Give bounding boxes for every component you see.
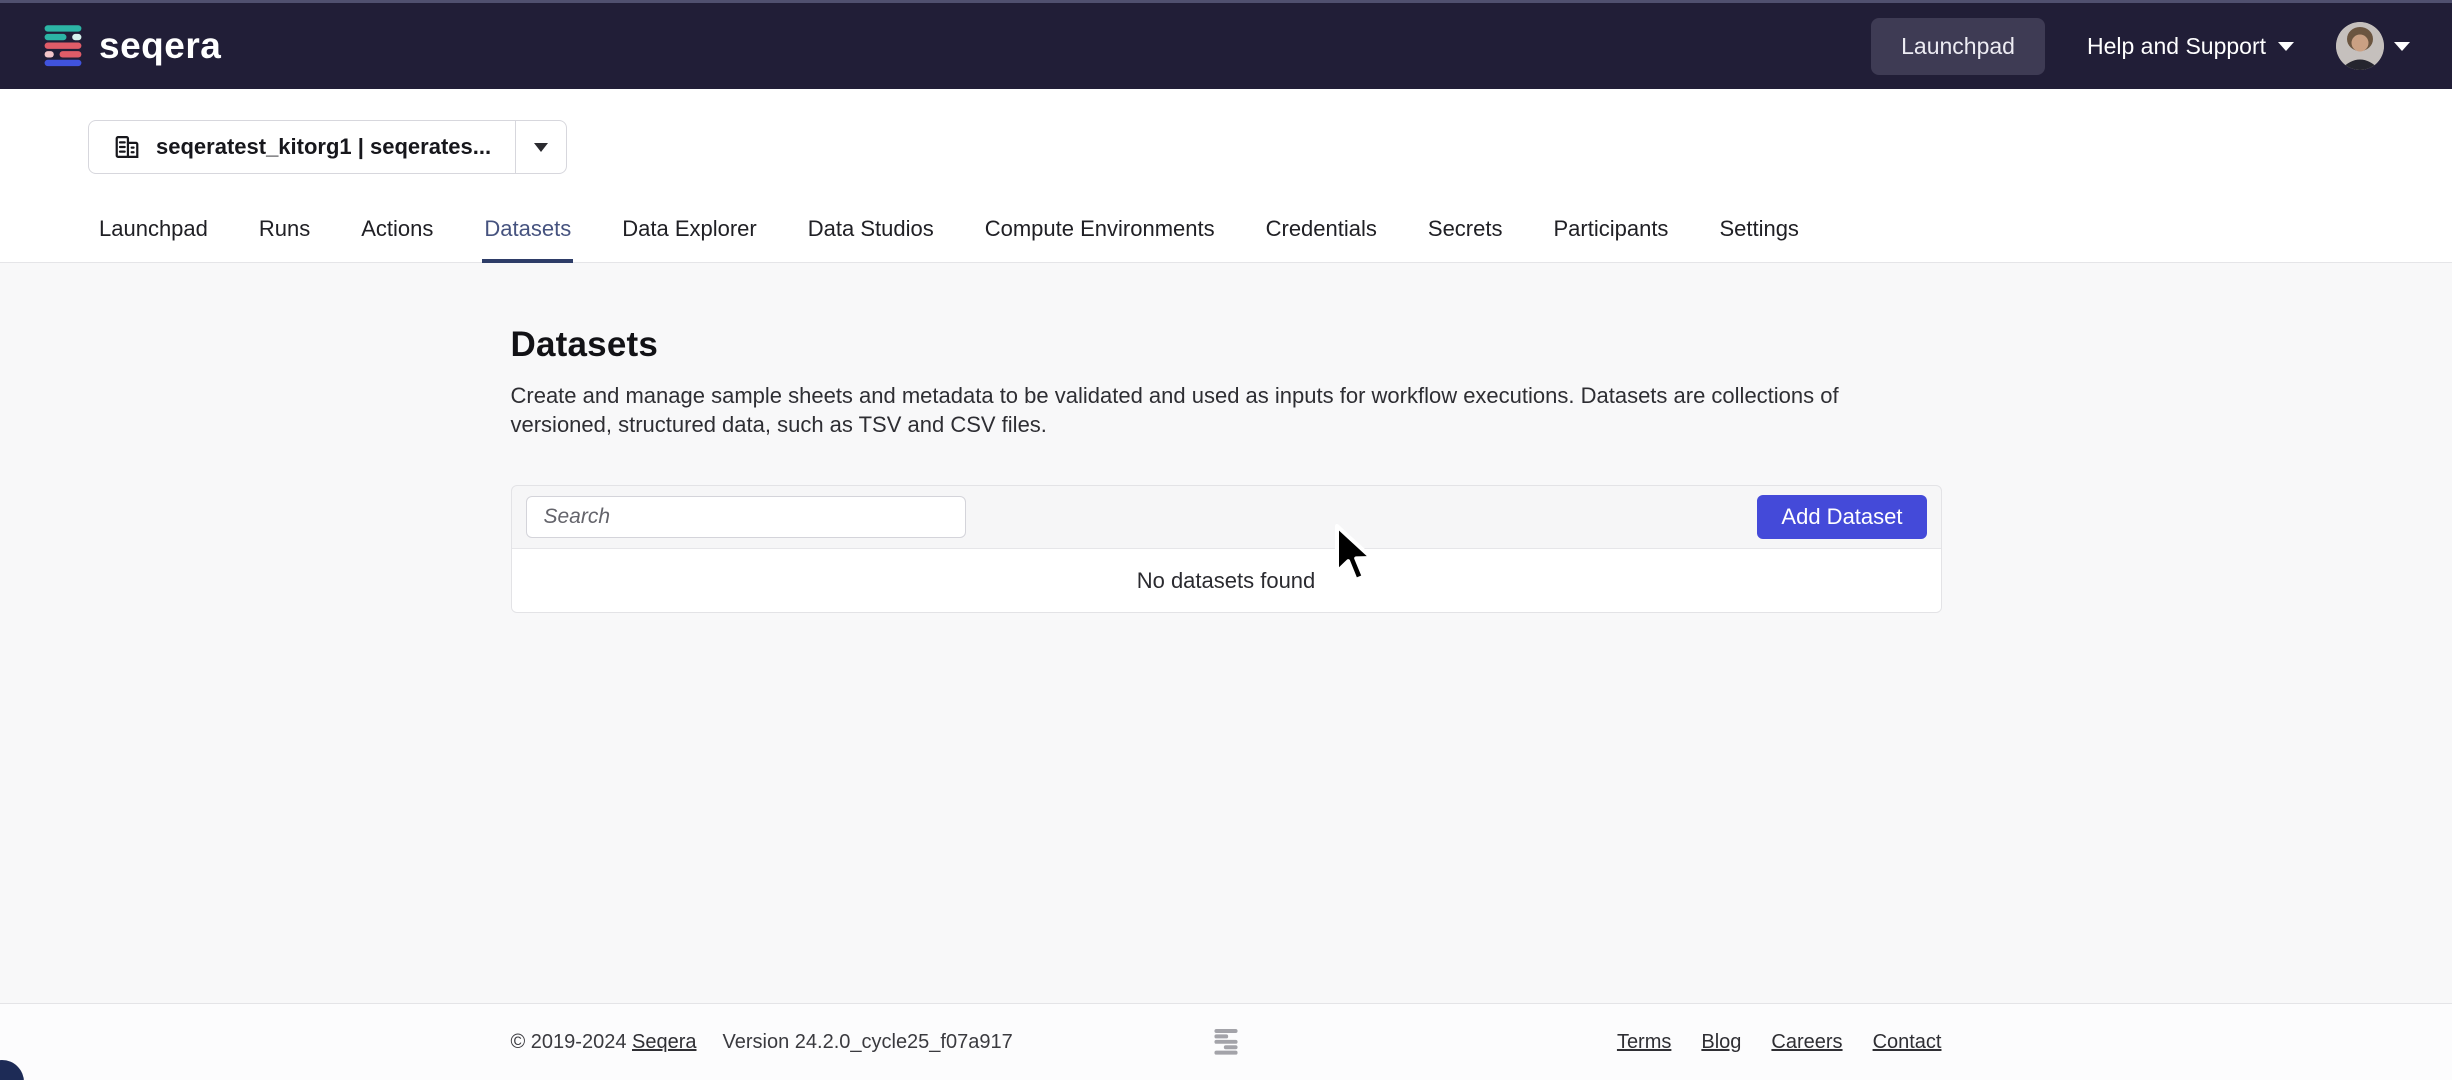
chat-widget-bubble[interactable] <box>0 1060 24 1080</box>
user-avatar-menu[interactable] <box>2336 22 2410 70</box>
header-band: seqeratest_kitorg1 | seqerates... Launch… <box>0 89 2452 263</box>
avatar <box>2336 22 2384 70</box>
tab-secrets[interactable]: Secrets <box>1426 202 1505 263</box>
seqera-footer-mark-icon <box>1213 1027 1239 1063</box>
seqera-logo[interactable]: seqera <box>42 23 221 69</box>
terms-link[interactable]: Terms <box>1617 1031 1671 1054</box>
top-navbar: seqera Launchpad Help and Support <box>0 0 2452 89</box>
copyright-text: © 2019-2024 Seqera <box>511 1031 697 1054</box>
tab-data-explorer[interactable]: Data Explorer <box>620 202 759 263</box>
help-and-support-menu[interactable]: Help and Support <box>2087 33 2294 60</box>
help-menu-label: Help and Support <box>2087 33 2266 60</box>
tab-launchpad[interactable]: Launchpad <box>97 202 210 263</box>
launchpad-button[interactable]: Launchpad <box>1871 18 2045 75</box>
tab-data-studios[interactable]: Data Studios <box>806 202 936 263</box>
add-dataset-button[interactable]: Add Dataset <box>1757 495 1926 539</box>
search-input[interactable] <box>526 496 966 538</box>
empty-state-row: No datasets found <box>512 549 1941 612</box>
empty-state-message: No datasets found <box>1137 568 1316 594</box>
datasets-page: Datasets Create and manage sample sheets… <box>511 263 1942 613</box>
workspace-selector-label: seqeratest_kitorg1 | seqerates... <box>156 134 491 160</box>
blog-link[interactable]: Blog <box>1701 1031 1741 1054</box>
logo-wordmark: seqera <box>99 25 221 67</box>
tab-participants[interactable]: Participants <box>1551 202 1670 263</box>
caret-down-icon <box>534 143 548 152</box>
workspace-selector-main: seqeratest_kitorg1 | seqerates... <box>89 121 515 173</box>
caret-down-icon <box>2394 42 2410 51</box>
datasets-card: Add Dataset No datasets found <box>511 485 1942 613</box>
seqera-company-link[interactable]: Seqera <box>632 1031 697 1053</box>
page-title: Datasets <box>511 325 1942 365</box>
tab-runs[interactable]: Runs <box>257 202 312 263</box>
tab-datasets[interactable]: Datasets <box>482 202 573 263</box>
caret-down-icon <box>2278 42 2294 51</box>
tab-settings[interactable]: Settings <box>1717 202 1801 263</box>
workspace-tab-bar: Launchpad Runs Actions Datasets Data Exp… <box>0 202 2452 263</box>
datasets-card-toolbar: Add Dataset <box>512 486 1941 549</box>
contact-link[interactable]: Contact <box>1873 1031 1942 1054</box>
footer-left-group: © 2019-2024 Seqera Version 24.2.0_cycle2… <box>511 1031 1013 1054</box>
footer: © 2019-2024 Seqera Version 24.2.0_cycle2… <box>0 1003 2452 1080</box>
page-description: Create and manage sample sheets and meta… <box>511 381 1942 439</box>
careers-link[interactable]: Careers <box>1771 1031 1842 1054</box>
version-text: Version 24.2.0_cycle25_f07a917 <box>723 1031 1013 1054</box>
organization-icon <box>113 133 141 161</box>
seqera-logo-icon <box>42 23 84 69</box>
footer-links: Terms Blog Careers Contact <box>1617 1031 1942 1054</box>
tab-credentials[interactable]: Credentials <box>1264 202 1379 263</box>
workspace-selector[interactable]: seqeratest_kitorg1 | seqerates... <box>88 120 567 174</box>
navbar-right-group: Launchpad Help and Support <box>1871 18 2410 75</box>
workspace-selector-caret[interactable] <box>516 121 566 173</box>
copyright-years: © 2019-2024 <box>511 1031 627 1053</box>
tab-actions[interactable]: Actions <box>359 202 435 263</box>
tab-compute-environments[interactable]: Compute Environments <box>983 202 1217 263</box>
